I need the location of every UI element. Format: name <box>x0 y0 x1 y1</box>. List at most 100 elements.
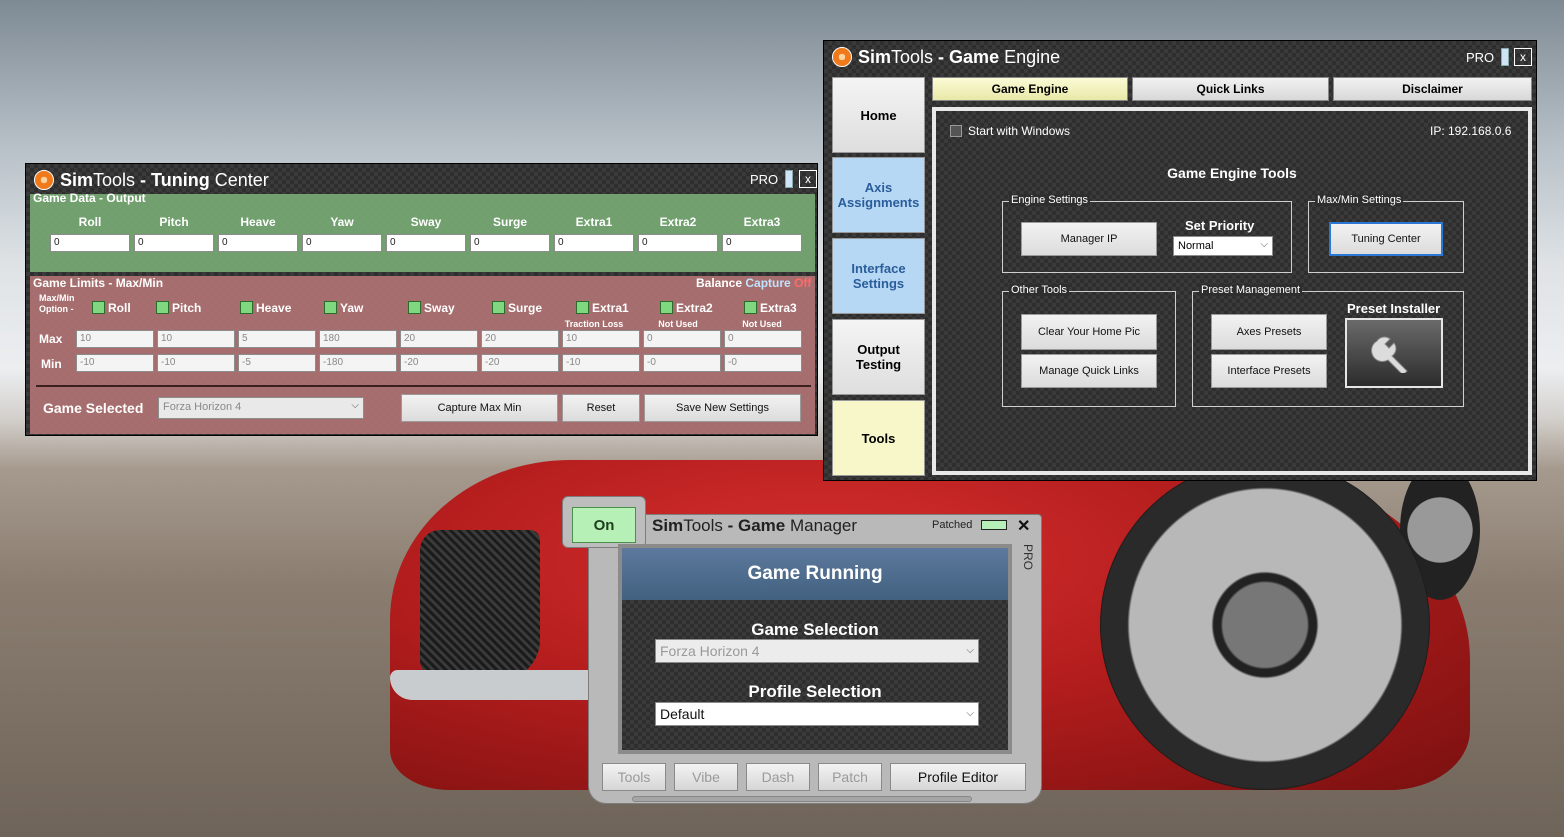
minimize-button[interactable] <box>1501 48 1509 66</box>
axis-enable-checkbox[interactable] <box>324 301 337 314</box>
axis-enable-checkbox[interactable] <box>240 301 253 314</box>
pro-badge: PRO <box>1466 50 1495 65</box>
on-button[interactable]: On <box>572 507 636 543</box>
axes-presets-button[interactable]: Axes Presets <box>1211 314 1327 350</box>
axis-enable-checkbox[interactable] <box>92 301 105 314</box>
save-new-settings-button[interactable]: Save New Settings <box>644 394 801 422</box>
max-value-field[interactable]: 10 <box>562 330 640 348</box>
sidebar-item-interface-settings[interactable]: Interface Settings <box>832 238 925 314</box>
output-value-field[interactable]: 0 <box>470 234 550 252</box>
axis-enable-label: Extra1 <box>592 301 629 315</box>
min-value-field[interactable]: -0 <box>724 354 802 372</box>
max-value-field[interactable]: 180 <box>319 330 397 348</box>
patched-label: Patched <box>932 519 973 531</box>
tab-quick-links[interactable]: Quick Links <box>1132 77 1329 101</box>
maxmin-option-label: Max/Min Option - <box>39 293 75 314</box>
game-data-output-panel <box>30 194 815 272</box>
other-tools-group: Other Tools Clear Your Home Pic Manage Q… <box>1002 284 1176 407</box>
output-value-field[interactable]: 0 <box>554 234 634 252</box>
pro-badge: PRO <box>750 172 779 187</box>
interface-presets-button[interactable]: Interface Presets <box>1211 354 1327 388</box>
output-axis-label: Extra3 <box>743 215 781 229</box>
axis-enable-checkbox[interactable] <box>492 301 505 314</box>
chevron-down-icon: ⌵ <box>966 708 974 719</box>
sidebar-item-home[interactable]: Home <box>832 77 925 153</box>
output-value-field[interactable]: 0 <box>302 234 382 252</box>
output-value-field[interactable]: 0 <box>134 234 214 252</box>
axis-enable-checkbox[interactable] <box>408 301 421 314</box>
output-value-field[interactable]: 0 <box>50 234 130 252</box>
preset-management-group: Preset Management Axes Presets Interface… <box>1192 284 1464 407</box>
sidebar-item-tools[interactable]: Tools <box>832 400 925 476</box>
profile-selection-label: Profile Selection <box>748 682 882 701</box>
game-selection-dropdown[interactable]: Forza Horizon 4 ⌵ <box>655 639 979 663</box>
close-button[interactable]: x <box>799 170 817 188</box>
sidebar-item-output-testing[interactable]: Output Testing <box>832 319 925 395</box>
tools-tab-button[interactable]: Tools <box>602 763 666 791</box>
tab-disclaimer[interactable]: Disclaimer <box>1333 77 1532 101</box>
axis-enable-checkbox[interactable] <box>744 301 757 314</box>
engine-settings-label: Engine Settings <box>1009 194 1091 206</box>
output-axis-label: Yaw <box>330 215 354 229</box>
min-value-field[interactable]: -20 <box>400 354 478 372</box>
minimize-button[interactable] <box>785 170 793 188</box>
max-value-field[interactable]: 10 <box>157 330 235 348</box>
patch-tab-button[interactable]: Patch <box>818 763 882 791</box>
simtools-logo-icon <box>34 170 54 190</box>
axis-enable-checkbox[interactable] <box>156 301 169 314</box>
output-axis-label: Sway <box>410 215 442 229</box>
min-value-field[interactable]: -180 <box>319 354 397 372</box>
vibe-tab-button[interactable]: Vibe <box>674 763 738 791</box>
clear-home-pic-button[interactable]: Clear Your Home Pic <box>1021 314 1157 350</box>
capture-max-min-button[interactable]: Capture Max Min <box>401 394 558 422</box>
max-value-field[interactable]: 10 <box>76 330 154 348</box>
max-value-field[interactable]: 20 <box>481 330 559 348</box>
game-engine-titlebar[interactable]: SimTools - Game Engine PRO x <box>824 41 1536 73</box>
profile-editor-button[interactable]: Profile Editor <box>890 763 1026 791</box>
max-value-field[interactable]: 20 <box>400 330 478 348</box>
axis-enable-checkbox[interactable] <box>576 301 589 314</box>
other-tools-label: Other Tools <box>1009 284 1070 296</box>
close-button[interactable]: x <box>1514 48 1532 66</box>
manager-ip-button[interactable]: Manager IP <box>1021 222 1157 256</box>
chevron-down-icon: ⌵ <box>1260 239 1268 250</box>
max-value-field[interactable]: 0 <box>643 330 721 348</box>
wrench-icon <box>1371 336 1408 373</box>
min-value-field[interactable]: -0 <box>643 354 721 372</box>
window-title: SimTools - Game Manager <box>652 516 858 535</box>
output-value-field[interactable]: 0 <box>638 234 718 252</box>
min-value-field[interactable]: -10 <box>562 354 640 372</box>
sidebar-item-axis-assignments[interactable]: Axis Assignments <box>832 157 925 233</box>
min-value-field[interactable]: -20 <box>481 354 559 372</box>
axis-enable-checkbox[interactable] <box>660 301 673 314</box>
game-selected-dropdown[interactable]: Forza Horizon 4 ⌵ <box>158 397 364 419</box>
game-engine-panel: Start with Windows IP: 192.168.0.6 Game … <box>932 107 1532 475</box>
min-value-field[interactable]: -5 <box>238 354 316 372</box>
max-value-field[interactable]: 5 <box>238 330 316 348</box>
maxmin-settings-group: Max/Min Settings Tuning Center <box>1308 194 1464 273</box>
start-with-windows-checkbox[interactable] <box>950 125 962 137</box>
output-value-field[interactable]: 0 <box>218 234 298 252</box>
chevron-down-icon: ⌵ <box>966 645 974 656</box>
max-value-field[interactable]: 0 <box>724 330 802 348</box>
dash-tab-button[interactable]: Dash <box>746 763 810 791</box>
close-button[interactable]: ✕ <box>1017 516 1030 536</box>
tuning-center-button[interactable]: Tuning Center <box>1329 222 1443 256</box>
manage-quick-links-button[interactable]: Manage Quick Links <box>1021 354 1157 388</box>
game-selection-label: Game Selection <box>751 620 879 639</box>
tab-game-engine[interactable]: Game Engine <box>932 77 1128 101</box>
profile-selection-dropdown[interactable]: Default ⌵ <box>655 702 979 726</box>
output-value-field[interactable]: 0 <box>386 234 466 252</box>
max-row-label: Max <box>39 332 63 346</box>
min-value-field[interactable]: -10 <box>157 354 235 372</box>
window-title: SimTools - Game Engine <box>858 47 1061 67</box>
preset-installer-button[interactable] <box>1345 318 1443 388</box>
game-engine-window: SimTools - Game Engine PRO x Home Axis A… <box>823 40 1537 481</box>
game-status-banner: Game Running <box>622 548 1008 600</box>
output-value-field[interactable]: 0 <box>722 234 802 252</box>
window-title: SimTools - Tuning Center <box>60 170 269 190</box>
priority-dropdown[interactable]: Normal ⌵ <box>1173 236 1273 256</box>
min-value-field[interactable]: -10 <box>76 354 154 372</box>
reset-button[interactable]: Reset <box>562 394 640 422</box>
game-limits-label: Game Limits - Max/Min <box>33 276 164 290</box>
